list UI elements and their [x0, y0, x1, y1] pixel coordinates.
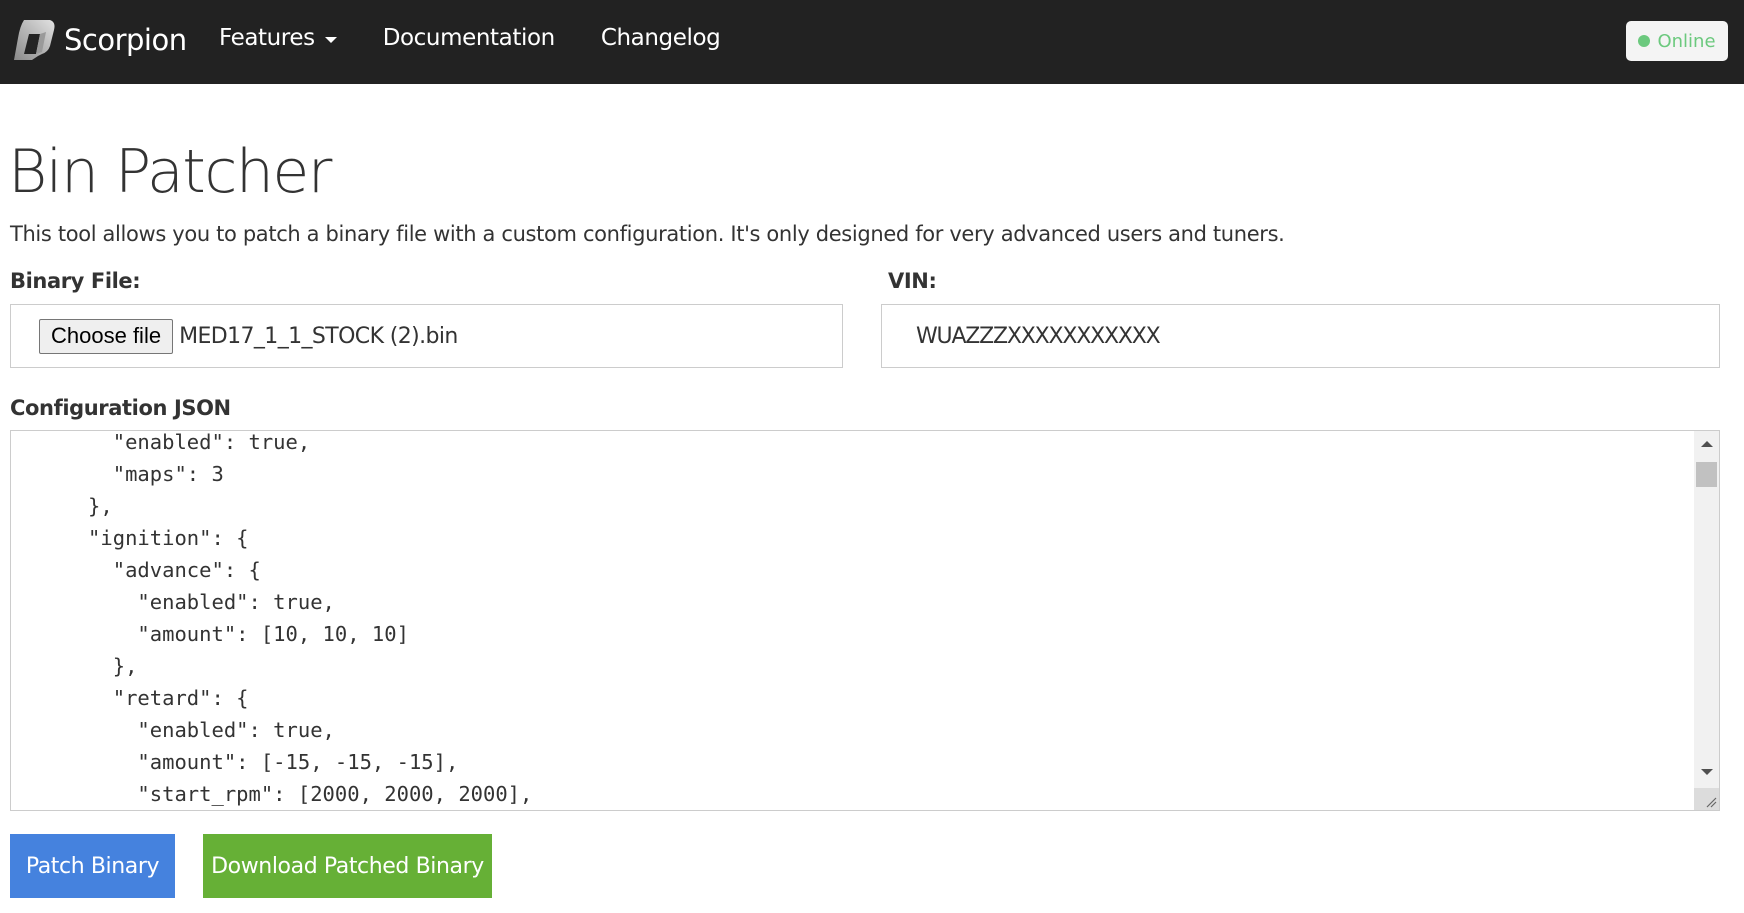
selected-file-name: MED17_1_1_STOCK (2).bin [179, 323, 458, 349]
status-label: Online [1657, 30, 1716, 52]
config-line: "amount": [10, 10, 10] [14, 622, 409, 646]
nav-changelog-link[interactable]: Changelog [601, 25, 721, 51]
brand-link[interactable]: Scorpion [10, 16, 187, 64]
binary-file-label: Binary File: [10, 269, 141, 293]
config-line: }, [14, 654, 138, 678]
config-json-label: Configuration JSON [10, 396, 231, 420]
nav-changelog-label: Changelog [600, 25, 721, 51]
config-line: "retard": { [14, 686, 249, 710]
config-line: "start_rpm": [2000, 2000, 2000], [14, 782, 533, 806]
nav-features-label: Features [219, 25, 315, 51]
scorpion-logo-icon [14, 20, 55, 60]
brand-name: Scorpion [64, 23, 187, 57]
status-badge: Online [1626, 21, 1728, 61]
page-title: Bin Patcher [8, 137, 332, 207]
config-json-content[interactable]: "enabled": true, "maps": 3 }, "ignition"… [14, 430, 1694, 810]
scroll-down-arrow-icon[interactable] [1701, 769, 1713, 775]
nav-documentation-label: Documentation [382, 25, 556, 51]
caret-down-icon [324, 37, 337, 43]
config-line: "maps": 3 [14, 462, 224, 486]
status-dot-icon [1638, 35, 1651, 47]
choose-file-button[interactable]: Choose file [39, 318, 174, 354]
scrollbar-thumb[interactable] [1696, 462, 1717, 487]
config-line: }, [14, 494, 113, 518]
page-description: This tool allows you to patch a binary f… [10, 222, 1285, 246]
config-json-textarea[interactable]: "enabled": true, "maps": 3 }, "ignition"… [10, 430, 1720, 811]
navbar: Scorpion Features Documentation Changelo… [0, 0, 1744, 84]
config-line: "enabled": true, [14, 718, 335, 742]
nav-documentation-link[interactable]: Documentation [382, 25, 556, 51]
resize-grip-icon [1706, 797, 1717, 808]
download-patched-binary-button[interactable]: Download Patched Binary [203, 834, 492, 898]
vertical-scrollbar[interactable] [1694, 431, 1719, 810]
patch-binary-button[interactable]: Patch Binary [10, 834, 175, 898]
binary-file-input[interactable]: Choose file MED17_1_1_STOCK (2).bin [10, 304, 843, 368]
config-line: "enabled": true, [14, 590, 335, 614]
vin-input[interactable] [881, 304, 1720, 368]
config-line: "ignition": { [14, 526, 249, 550]
config-line: "advance": { [14, 558, 261, 582]
nav-links: Features Documentation Changelog [219, 20, 766, 56]
config-line: "enabled": true, [14, 430, 311, 454]
scroll-up-arrow-icon[interactable] [1701, 441, 1713, 447]
config-line: "amount": [-15, -15, -15], [14, 750, 459, 774]
nav-features-dropdown[interactable]: Features [219, 25, 337, 51]
resize-handle[interactable] [1694, 788, 1719, 810]
vin-label: VIN: [888, 269, 937, 293]
